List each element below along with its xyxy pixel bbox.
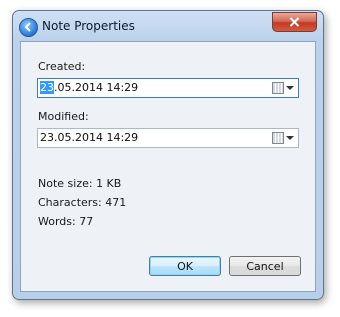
dialog-title: Note Properties (42, 19, 135, 33)
modified-date-value: 23.05.2014 14:29 (40, 131, 139, 144)
created-date-value: 23.05.2014 14:29 (40, 81, 138, 94)
characters-text: Characters: 471 (38, 196, 127, 209)
calendar-icon (272, 132, 284, 144)
modified-date-field[interactable]: 23.05.2014 14:29 (37, 128, 299, 148)
back-arrow-icon (19, 18, 38, 37)
modified-calendar-dropdown[interactable] (272, 131, 294, 145)
chevron-down-icon (286, 136, 294, 140)
ok-button[interactable]: OK (149, 256, 221, 276)
chevron-down-icon (286, 86, 294, 90)
created-date-selection: 23 (40, 81, 54, 94)
cancel-button[interactable]: Cancel (229, 256, 301, 276)
close-icon (289, 17, 300, 27)
close-button[interactable] (272, 12, 317, 32)
created-calendar-dropdown[interactable] (272, 81, 294, 95)
created-label: Created: (38, 60, 86, 73)
created-date-field[interactable]: 23.05.2014 14:29 (37, 78, 299, 98)
note-size-text: Note size: 1 KB (38, 177, 122, 190)
title-bar[interactable]: Note Properties (13, 11, 323, 41)
calendar-icon (272, 82, 284, 94)
note-properties-dialog: Note Properties Created: 23.05.2014 14:2… (12, 10, 324, 300)
dialog-body: Created: 23.05.2014 14:29 Modified: 23.0… (20, 41, 316, 292)
modified-label: Modified: (38, 110, 89, 123)
created-date-rest: .05.2014 14:29 (54, 81, 139, 94)
words-text: Words: 77 (38, 215, 94, 228)
